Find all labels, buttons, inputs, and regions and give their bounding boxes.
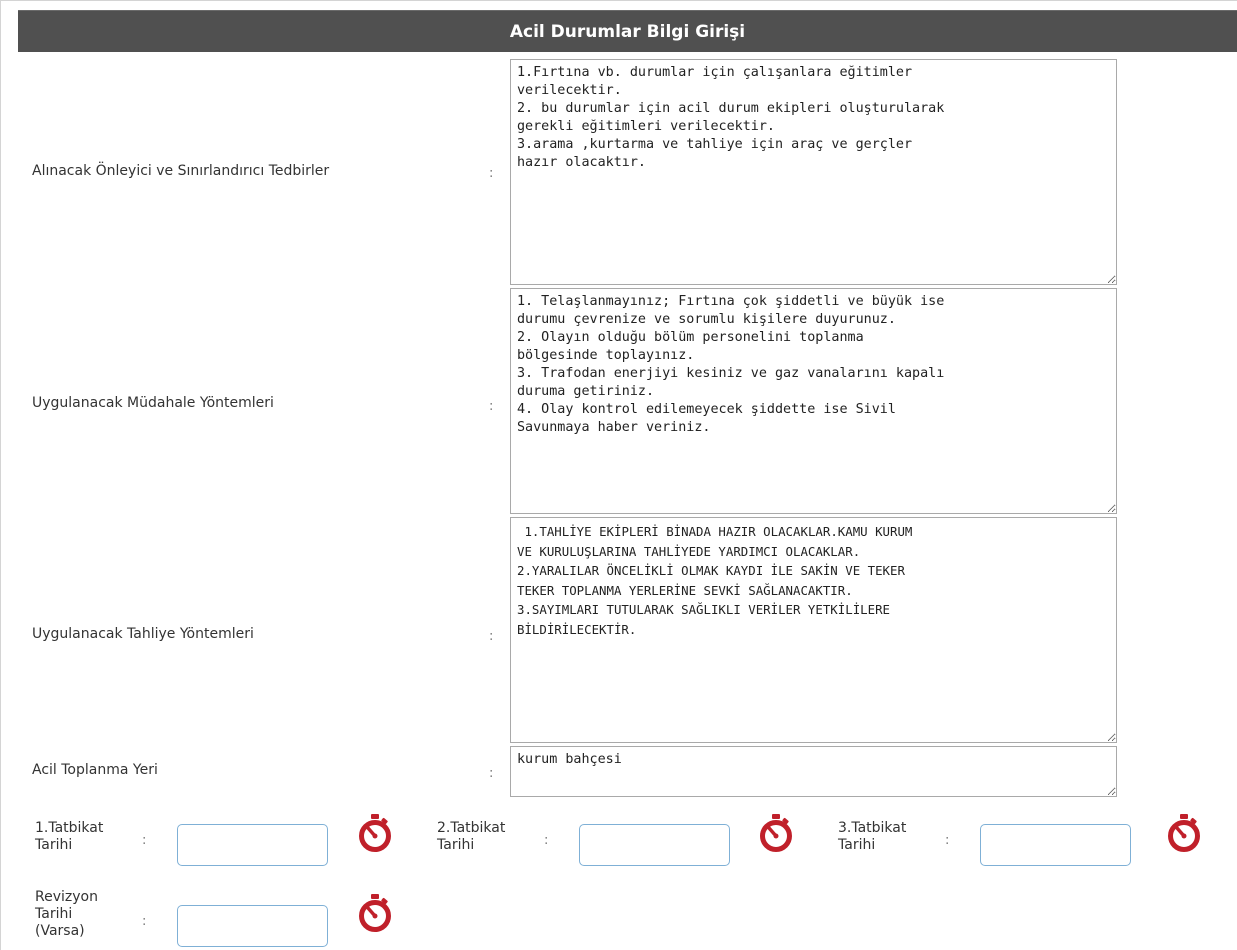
- tatbikat3-colon: :: [945, 833, 950, 848]
- tatbikat3-stopwatch-icon[interactable]: [1166, 813, 1202, 853]
- tatbikat2-stopwatch-icon[interactable]: [758, 813, 794, 853]
- mudahale-textarea[interactable]: [510, 288, 1117, 514]
- revizyon-date-input[interactable]: [177, 905, 328, 947]
- form-title: Acil Durumlar Bilgi Girişi: [18, 10, 1237, 52]
- tatbikat1-stopwatch-icon[interactable]: [357, 813, 393, 853]
- toplanma-label: Acil Toplanma Yeri: [32, 762, 158, 778]
- tahliye-colon: :: [489, 629, 494, 644]
- onleyici-label: Alınacak Önleyici ve Sınırlandırıcı Tedb…: [32, 163, 330, 179]
- tatbikat2-date-input[interactable]: [579, 824, 730, 866]
- revizyon-stopwatch-icon[interactable]: [357, 893, 393, 933]
- tatbikat2-label: 2.Tatbikat Tarihi: [437, 820, 506, 853]
- tatbikat3-label: 3.Tatbikat Tarihi: [838, 820, 907, 853]
- tahliye-label: Uygulanacak Tahliye Yöntemleri: [32, 626, 254, 642]
- onleyici-colon: :: [489, 166, 494, 181]
- toplanma-colon: :: [489, 766, 494, 781]
- tatbikat3-date-input[interactable]: [980, 824, 1131, 866]
- tatbikat1-colon: :: [142, 833, 147, 848]
- onleyici-textarea[interactable]: [510, 59, 1117, 285]
- tahliye-textarea[interactable]: [510, 517, 1117, 743]
- revizyon-colon: :: [142, 914, 147, 929]
- tatbikat1-date-input[interactable]: [177, 824, 328, 866]
- toplanma-textarea[interactable]: [510, 746, 1117, 797]
- revizyon-label: Revizyon Tarihi (Varsa): [35, 889, 98, 939]
- tatbikat1-label: 1.Tatbikat Tarihi: [35, 820, 104, 853]
- mudahale-label: Uygulanacak Müdahale Yöntemleri: [32, 395, 274, 411]
- tatbikat2-colon: :: [544, 833, 549, 848]
- mudahale-colon: :: [489, 399, 494, 414]
